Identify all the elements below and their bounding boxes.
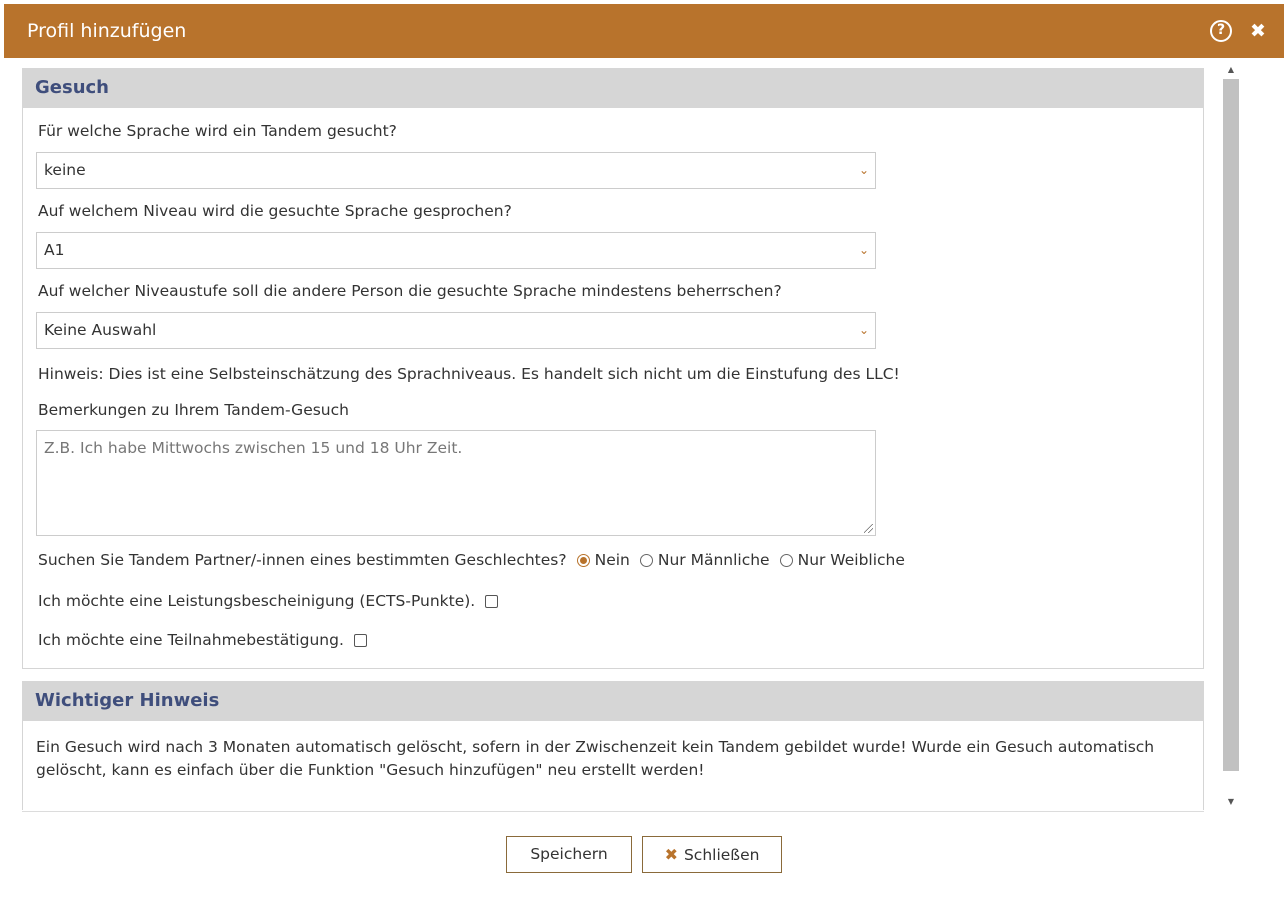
min-level-label: Auf welcher Niveaustufe soll die andere …	[38, 282, 782, 300]
chevron-down-icon: ⌄	[858, 323, 869, 337]
remarks-textarea[interactable]: Z.B. Ich habe Mittwochs zwischen 15 und …	[36, 430, 876, 536]
help-icon[interactable]: ?	[1210, 20, 1232, 42]
ects-row: Ich möchte eine Leistungsbescheinigung (…	[38, 592, 499, 610]
close-button-label: Schließen	[683, 846, 760, 864]
scroll-up-icon[interactable]: ▲	[1222, 62, 1240, 78]
min-level-select-value: Keine Auswahl	[44, 321, 157, 339]
level-select[interactable]: A1 ⌄	[36, 232, 876, 269]
gesuch-panel: Gesuch Für welche Sprache wird ein Tande…	[22, 68, 1204, 669]
close-icon[interactable]: ✖	[1248, 18, 1268, 44]
hinweis-heading: Wichtiger Hinweis	[22, 681, 1204, 721]
language-select[interactable]: keine ⌄	[36, 152, 876, 189]
min-level-select[interactable]: Keine Auswahl ⌄	[36, 312, 876, 349]
footer-divider	[22, 811, 1204, 812]
scrollbar-thumb[interactable]	[1223, 79, 1239, 771]
gender-radio-weiblich[interactable]	[779, 553, 793, 567]
gesuch-heading: Gesuch	[22, 68, 1204, 108]
dialog-title: Profil hinzufügen	[27, 20, 187, 42]
save-button[interactable]: Speichern	[506, 836, 632, 873]
close-button[interactable]: ✖ Schließen	[642, 836, 782, 873]
remarks-label: Bemerkungen zu Ihrem Tandem-Gesuch	[38, 401, 349, 419]
participation-label: Ich möchte eine Teilnahmebestätigung.	[38, 631, 344, 649]
chevron-down-icon: ⌄	[858, 163, 869, 177]
dialog-content: Gesuch Für welche Sprache wird ein Tande…	[22, 68, 1204, 810]
dialog-titlebar: Profil hinzufügen ? ✖	[4, 4, 1284, 58]
ects-checkbox[interactable]	[485, 594, 499, 608]
resize-handle-icon[interactable]	[864, 524, 873, 533]
close-icon: ✖	[664, 845, 678, 864]
participation-row: Ich möchte eine Teilnahmebestätigung.	[38, 631, 367, 649]
gender-option-nein: Nein	[594, 551, 630, 569]
gender-row: Suchen Sie Tandem Partner/-innen eines b…	[38, 551, 905, 569]
hinweis-text: Ein Gesuch wird nach 3 Monaten automatis…	[36, 738, 1155, 779]
gender-radio-maennlich[interactable]	[639, 553, 653, 567]
hinweis-panel: Wichtiger Hinweis Ein Gesuch wird nach 3…	[22, 681, 1204, 810]
gender-option-weiblich: Nur Weibliche	[797, 551, 905, 569]
language-label: Für welche Sprache wird ein Tandem gesuc…	[38, 122, 397, 140]
level-select-value: A1	[44, 241, 65, 259]
participation-checkbox[interactable]	[353, 633, 367, 647]
scroll-down-icon[interactable]: ▼	[1222, 794, 1240, 810]
gender-question: Suchen Sie Tandem Partner/-innen eines b…	[38, 551, 567, 569]
gender-radio-nein[interactable]	[576, 553, 590, 567]
chevron-down-icon: ⌄	[858, 243, 869, 257]
remarks-placeholder: Z.B. Ich habe Mittwochs zwischen 15 und …	[44, 439, 463, 457]
content-scrollbar[interactable]: ▲ ▼	[1222, 62, 1240, 810]
language-select-value: keine	[44, 161, 86, 179]
level-label: Auf welchem Niveau wird die gesuchte Spr…	[38, 202, 512, 220]
gender-option-maennlich: Nur Männliche	[657, 551, 770, 569]
self-assessment-note: Hinweis: Dies ist eine Selbsteinschätzun…	[38, 365, 900, 383]
ects-label: Ich möchte eine Leistungsbescheinigung (…	[38, 592, 476, 610]
